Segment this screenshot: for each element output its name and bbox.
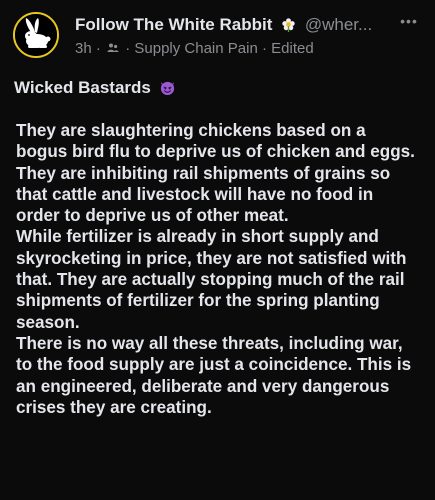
group-name-link[interactable]: Supply Chain Pain — [134, 40, 257, 57]
post-title: Wicked Bastards — [14, 77, 176, 99]
meta-separator: · — [125, 40, 131, 57]
author-name[interactable]: Follow The White Rabbit — [75, 15, 272, 34]
avatar[interactable] — [13, 12, 59, 58]
body-paragraph: There is no way all these threats, inclu… — [16, 333, 412, 417]
post-meta: 3h · · Supply Chain Pain · Edited — [75, 39, 314, 59]
meta-separator: · — [95, 40, 101, 57]
group-icon — [107, 43, 119, 52]
body-paragraph: While fertilizer is already in short sup… — [16, 227, 407, 332]
post-body: They are slaughtering chickens based on … — [16, 120, 421, 418]
post-header: Follow The White Rabbit @wher... — [75, 13, 395, 39]
more-options-button[interactable]: ••• — [397, 12, 421, 36]
post-card: Follow The White Rabbit @wher... ••• 3h … — [0, 0, 435, 500]
post-title-text: Wicked Bastards — [14, 78, 151, 97]
edited-label[interactable]: Edited — [271, 40, 314, 57]
flower-icon — [282, 18, 295, 32]
white-rabbit-icon — [15, 14, 57, 56]
body-paragraph: They are slaughtering chickens based on … — [16, 121, 415, 162]
author-handle[interactable]: @wher... — [305, 15, 372, 34]
body-paragraph: They are inhibiting rail shipments of gr… — [16, 163, 391, 226]
smiling-devil-icon — [160, 81, 174, 96]
post-time[interactable]: 3h — [75, 40, 92, 57]
meta-separator: · — [261, 40, 267, 57]
